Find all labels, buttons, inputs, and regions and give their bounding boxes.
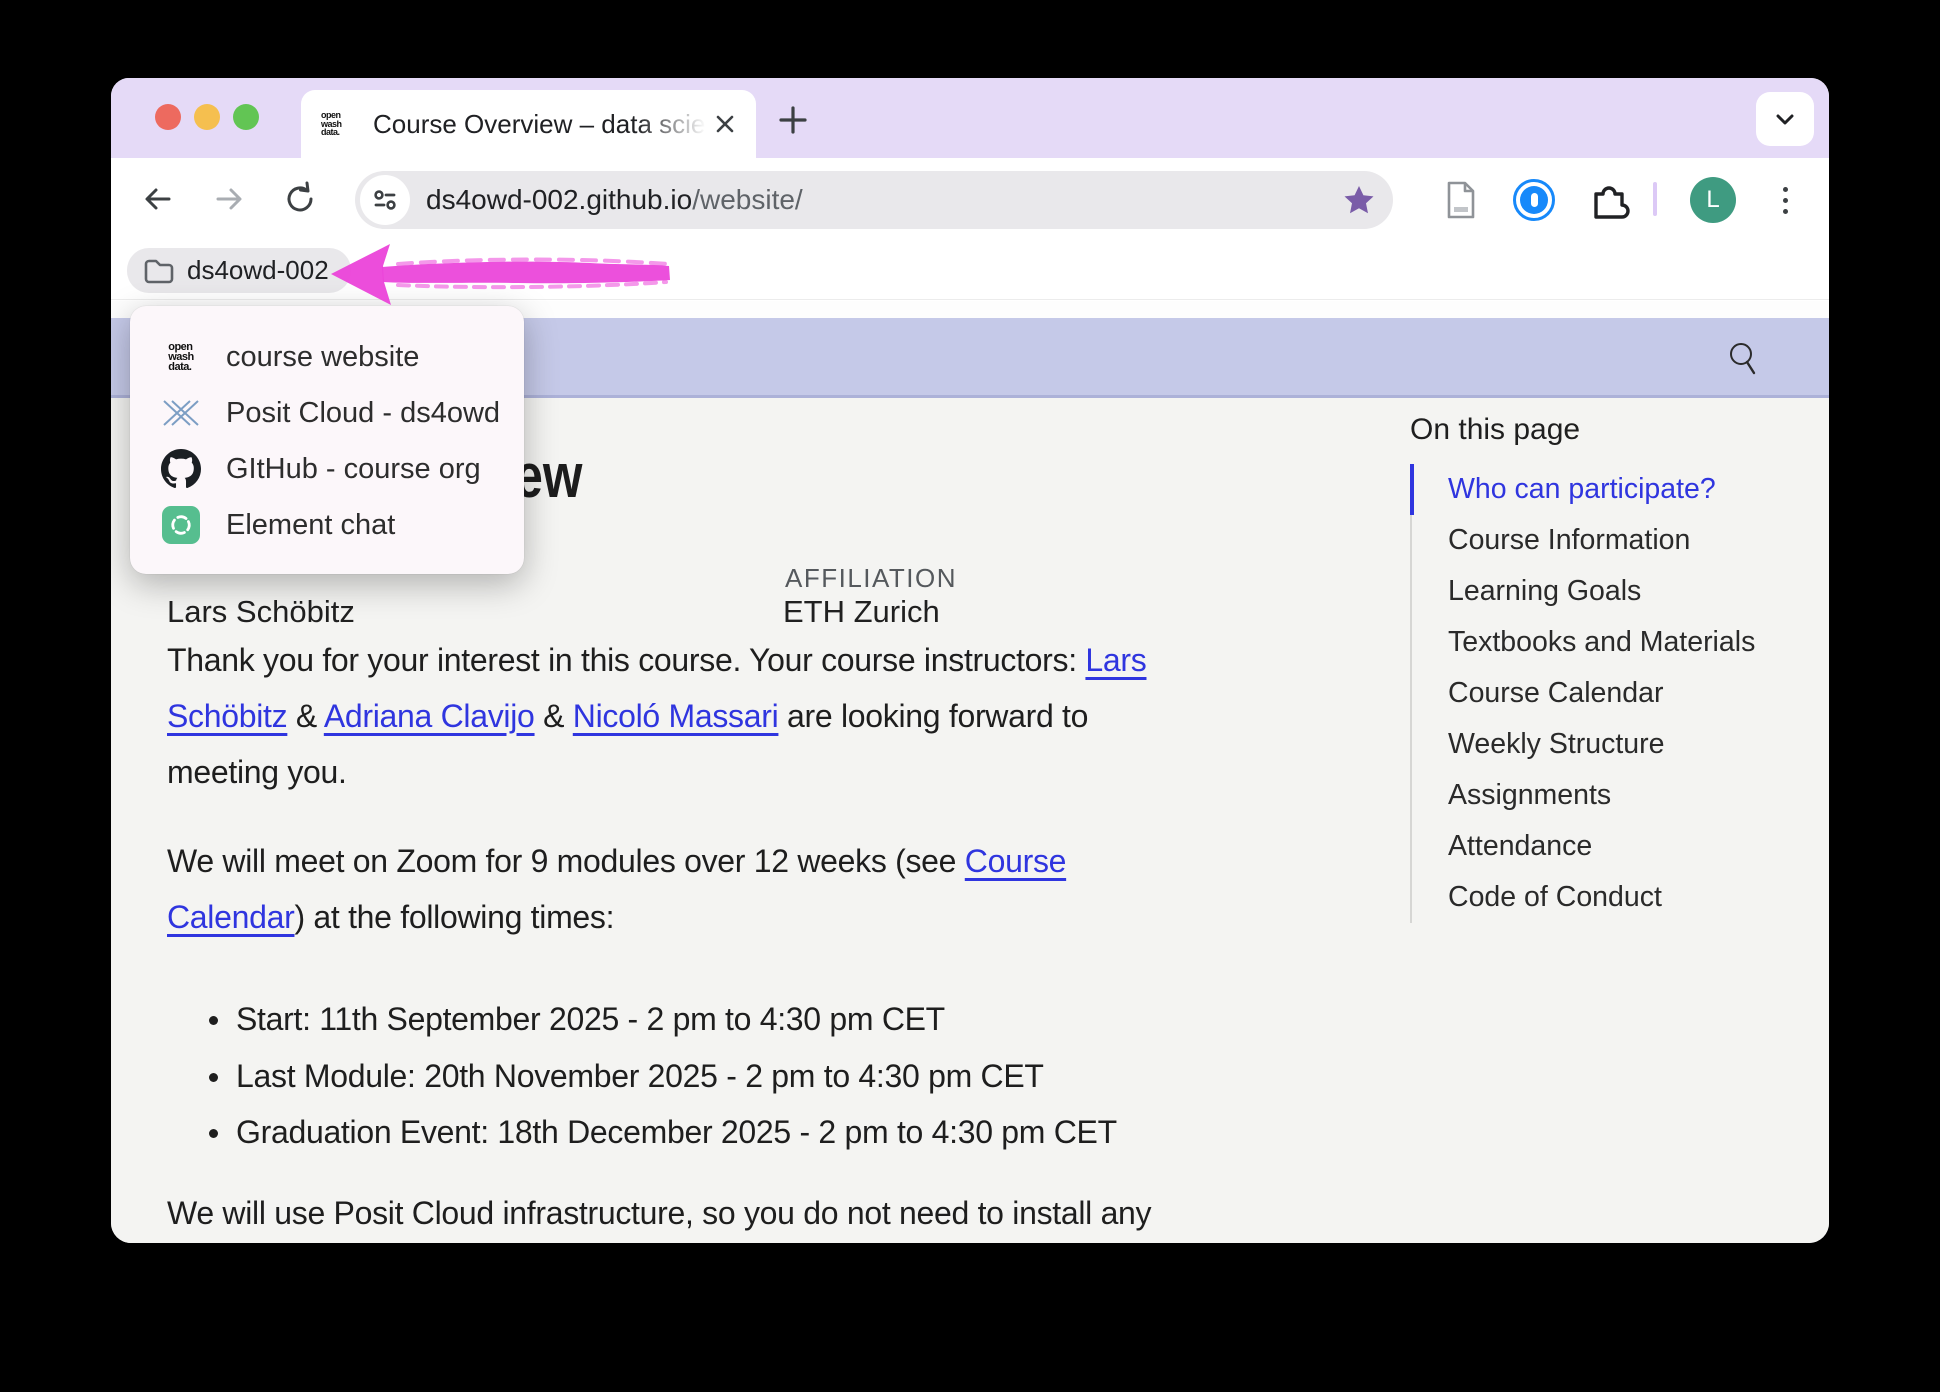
toc-item[interactable]: Course Calendar	[1410, 668, 1810, 719]
onepassword-extension-icon[interactable]	[1513, 179, 1555, 221]
posit-cloud-icon	[160, 392, 202, 434]
forward-button[interactable]	[210, 180, 248, 218]
text-line: Calendar) at the following times:	[167, 889, 1066, 945]
inline-link[interactable]: Nicoló Massari	[573, 698, 779, 734]
tab-title: Course Overview – data scien	[373, 108, 706, 140]
toc-item[interactable]: Learning Goals	[1410, 566, 1810, 617]
reload-button[interactable]	[281, 180, 319, 218]
browser-window: open wash data. Course Overview – data s…	[111, 78, 1829, 1243]
toc-item[interactable]: Code of Conduct	[1410, 872, 1810, 923]
schedule-paragraph: We will meet on Zoom for 9 modules over …	[167, 833, 1066, 945]
schedule-list-item: Start: 11th September 2025 - 2 pm to 4:3…	[209, 991, 1117, 1048]
back-button[interactable]	[139, 180, 177, 218]
text-segment: &	[287, 698, 324, 734]
toc-item[interactable]: Attendance	[1410, 821, 1810, 872]
folder-icon	[144, 259, 174, 283]
inline-link[interactable]: Adriana Clavijo	[324, 698, 535, 734]
profile-avatar[interactable]: L	[1690, 177, 1736, 223]
toc-item[interactable]: Weekly Structure	[1410, 719, 1810, 770]
tab-search-button[interactable]	[1756, 92, 1814, 146]
text-segment: Thank you for your interest in this cour…	[167, 642, 1086, 678]
text-segment: are looking forward to	[778, 698, 1089, 734]
text-segment: meeting you.	[167, 754, 347, 790]
close-window-button[interactable]	[155, 104, 181, 130]
intro-paragraph: Thank you for your interest in this cour…	[167, 632, 1147, 800]
browser-menu-button[interactable]	[1777, 178, 1793, 222]
menu-item-posit-cloud[interactable]: Posit Cloud - ds4owd	[130, 385, 524, 441]
openwashdata-favicon: open wash data.	[321, 104, 361, 144]
text-segment: ) at the following times:	[294, 899, 615, 935]
menu-item-course-website[interactable]: open wash data. course website	[130, 329, 524, 385]
reading-list-icon[interactable]	[1441, 179, 1481, 221]
new-tab-button[interactable]	[775, 102, 811, 138]
annotation-arrow	[331, 244, 670, 305]
text-line: meeting you.	[167, 744, 1146, 800]
tune-icon	[374, 190, 396, 210]
search-icon[interactable]	[1723, 338, 1763, 378]
toc-list: Who can participate? Course Information Le…	[1410, 464, 1810, 923]
affiliation-value: ETH Zurich	[783, 594, 940, 629]
tab-close-icon[interactable]	[712, 111, 738, 137]
inline-link[interactable]: Lars	[1085, 642, 1146, 678]
inline-link[interactable]: Calendar	[167, 899, 295, 935]
menu-item-label: Posit Cloud - ds4owd	[226, 396, 501, 429]
affiliation-label: AFFILIATION	[785, 563, 958, 593]
favicon-line: data.	[321, 127, 340, 138]
inline-link[interactable]: Course	[965, 843, 1067, 879]
site-info-button[interactable]	[360, 175, 410, 225]
toolbar-divider	[1653, 182, 1657, 216]
toc-item[interactable]: Course Information	[1410, 515, 1810, 566]
traffic-lights	[155, 104, 259, 130]
zoom-window-button[interactable]	[233, 104, 259, 130]
toc-heading: On this page	[1410, 413, 1581, 446]
author-name: Lars Schöbitz	[167, 594, 355, 629]
address-bar[interactable]: ds4owd-002.github.io/website/	[355, 171, 1393, 229]
menu-item-label: Element chat	[226, 508, 396, 541]
bookmark-folder-menu: open wash data. course website Posit Clo…	[130, 306, 524, 574]
toc-item[interactable]: Textbooks and Materials	[1410, 617, 1810, 668]
text-segment: We will meet on Zoom for 9 modules over …	[167, 843, 965, 879]
text-line: Thank you for your interest in this cour…	[167, 632, 1147, 688]
openwashdata-logo-icon: open wash data.	[168, 341, 194, 373]
minimize-window-button[interactable]	[194, 104, 220, 130]
bookmark-star-icon[interactable]	[1341, 182, 1377, 218]
bookmark-folder-ds4owd-002[interactable]: ds4owd-002	[127, 248, 351, 293]
extensions-puzzle-icon[interactable]	[1587, 179, 1631, 223]
element-chat-icon	[160, 504, 202, 546]
inline-link[interactable]: Schöbitz	[167, 698, 288, 734]
closing-line: We will use Posit Cloud infrastructure, …	[167, 1195, 1152, 1231]
schedule-list: Start: 11th September 2025 - 2 pm to 4:3…	[209, 991, 1117, 1161]
avatar-letter: L	[1706, 186, 1720, 213]
chevron-down-icon	[1776, 114, 1794, 125]
schedule-list-item: Graduation Event: 18th December 2025 - 2…	[209, 1104, 1117, 1161]
browser-tab[interactable]: open wash data. Course Overview – data s…	[301, 90, 756, 158]
text-segment: &	[534, 698, 573, 734]
url-text[interactable]: ds4owd-002.github.io/website/	[426, 184, 803, 216]
closing-paragraph: We will use Posit Cloud infrastructure, …	[167, 1185, 1152, 1241]
toc-item[interactable]: Who can participate?	[1410, 464, 1810, 515]
text-line: We will meet on Zoom for 9 modules over …	[167, 833, 1066, 889]
text-line: Schöbitz & Adriana Clavijo & Nicoló Mass…	[167, 688, 1146, 744]
toc-item[interactable]: Assignments	[1410, 770, 1810, 821]
menu-item-element-chat[interactable]: Element chat	[130, 497, 524, 553]
browser-toolbar: ds4owd-002.github.io/website/ L	[111, 158, 1829, 240]
bookmark-folder-label: ds4owd-002	[187, 255, 329, 285]
menu-item-label: course website	[226, 340, 420, 373]
github-icon	[160, 448, 202, 490]
on-this-page-toc: On this page Who can participate? Course …	[1410, 413, 1810, 923]
url-path: /website/	[692, 184, 803, 215]
url-host: ds4owd-002.github.io	[426, 184, 693, 215]
tab-strip: open wash data. Course Overview – data s…	[111, 78, 1829, 158]
menu-item-github[interactable]: GItHub - course org	[130, 441, 524, 497]
menu-item-label: GItHub - course org	[226, 452, 481, 485]
schedule-list-item: Last Module: 20th November 2025 - 2 pm t…	[209, 1048, 1117, 1105]
